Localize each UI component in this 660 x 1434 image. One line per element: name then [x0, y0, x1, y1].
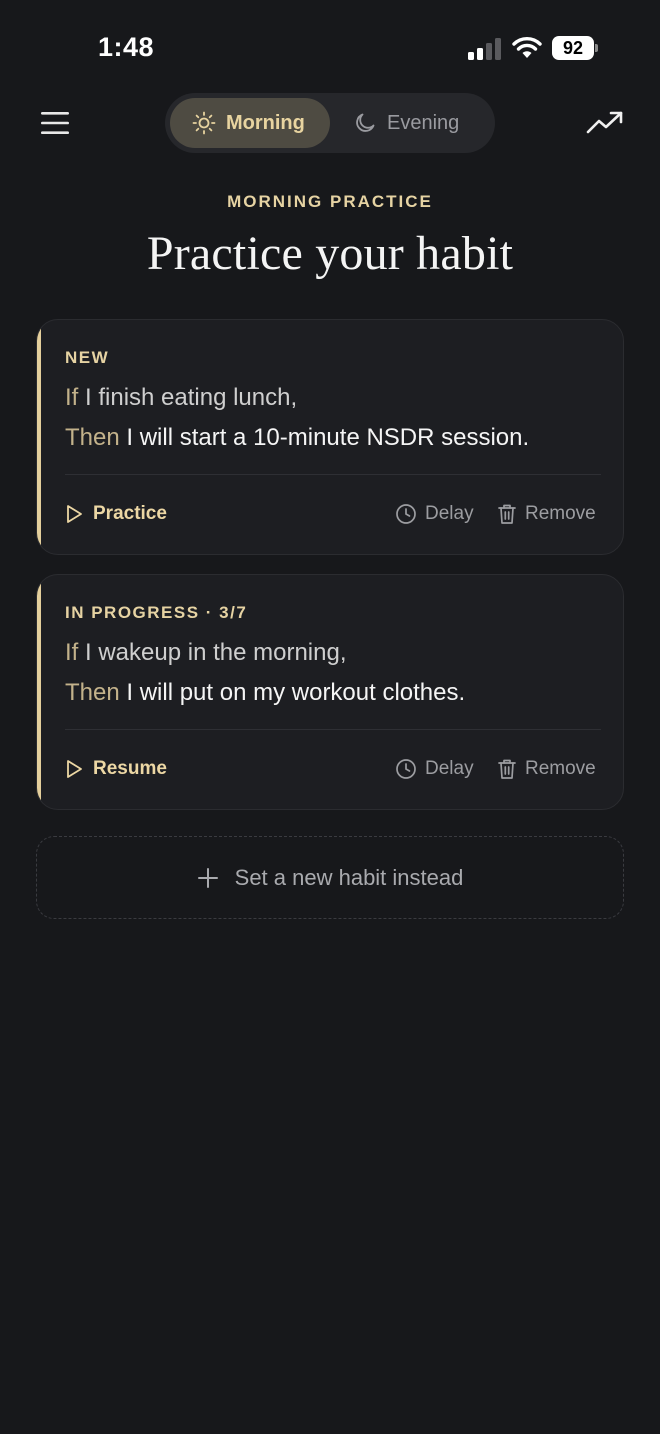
if-keyword: If — [65, 384, 79, 411]
then-text: I will start a 10-minute NSDR session. — [119, 424, 530, 451]
if-text: I finish eating lunch, — [78, 384, 298, 411]
status-bar: 1:48 92 — [0, 0, 660, 96]
remove-button-label: Remove — [525, 503, 596, 524]
tab-morning-label: Morning — [226, 111, 305, 134]
wifi-icon — [512, 37, 542, 58]
trending-up-icon[interactable] — [586, 108, 624, 138]
page-title: Practice your habit — [146, 227, 514, 280]
resume-button-label: Resume — [93, 758, 167, 779]
time-of-day-switch: Morning Evening — [165, 93, 495, 153]
delay-button-label: Delay — [425, 503, 474, 524]
moon-icon — [356, 113, 375, 132]
delay-button[interactable]: Delay — [395, 755, 474, 783]
cellular-signal-icon — [468, 38, 501, 60]
plus-icon — [197, 867, 218, 888]
trash-icon — [498, 759, 516, 779]
sun-icon — [192, 111, 216, 135]
trash-icon — [498, 504, 516, 524]
if-keyword: If — [65, 639, 79, 666]
habit-card: NEW If I finish eating lunch, Then I wil… — [36, 319, 624, 555]
habit-if-line: If I wakeup in the morning, — [65, 639, 347, 667]
remove-button[interactable]: Remove — [497, 755, 596, 783]
tab-evening[interactable]: Evening — [335, 98, 490, 148]
tab-evening-label: Evening — [387, 111, 460, 134]
battery-level: 92 — [552, 36, 594, 60]
habit-status-badge: IN PROGRESS · 3/7 — [65, 603, 248, 622]
card-divider — [65, 474, 601, 475]
practice-button[interactable]: Practice — [65, 500, 167, 528]
set-new-habit-label: Set a new habit instead — [234, 864, 464, 890]
clock-icon — [396, 504, 416, 524]
habit-then-line: Then I will put on my workout clothes. — [65, 679, 465, 707]
resume-button[interactable]: Resume — [65, 755, 167, 783]
remove-button-label: Remove — [525, 758, 596, 779]
habit-status-badge: NEW — [65, 348, 110, 367]
hamburger-menu-icon[interactable] — [40, 110, 70, 136]
tab-morning[interactable]: Morning — [170, 98, 330, 148]
practice-button-label: Practice — [93, 503, 167, 524]
status-time: 1:48 — [98, 32, 155, 62]
then-text: I will put on my workout clothes. — [119, 679, 466, 706]
habit-card: IN PROGRESS · 3/7 If I wakeup in the mor… — [36, 574, 624, 810]
clock-icon — [396, 759, 416, 779]
if-text: I wakeup in the morning, — [78, 639, 347, 666]
habit-then-line: Then I will start a 10-minute NSDR sessi… — [65, 424, 529, 452]
play-icon — [67, 505, 82, 523]
then-keyword: Then — [65, 424, 120, 451]
habit-if-line: If I finish eating lunch, — [65, 384, 297, 412]
battery-tip — [595, 44, 598, 52]
delay-button[interactable]: Delay — [395, 500, 474, 528]
card-divider — [65, 729, 601, 730]
section-eyebrow: MORNING PRACTICE — [227, 192, 433, 211]
then-keyword: Then — [65, 679, 120, 706]
battery-indicator: 92 — [552, 36, 598, 60]
set-new-habit-button[interactable]: Set a new habit instead — [36, 836, 624, 919]
play-icon — [67, 760, 82, 778]
delay-button-label: Delay — [425, 758, 474, 779]
remove-button[interactable]: Remove — [497, 500, 596, 528]
